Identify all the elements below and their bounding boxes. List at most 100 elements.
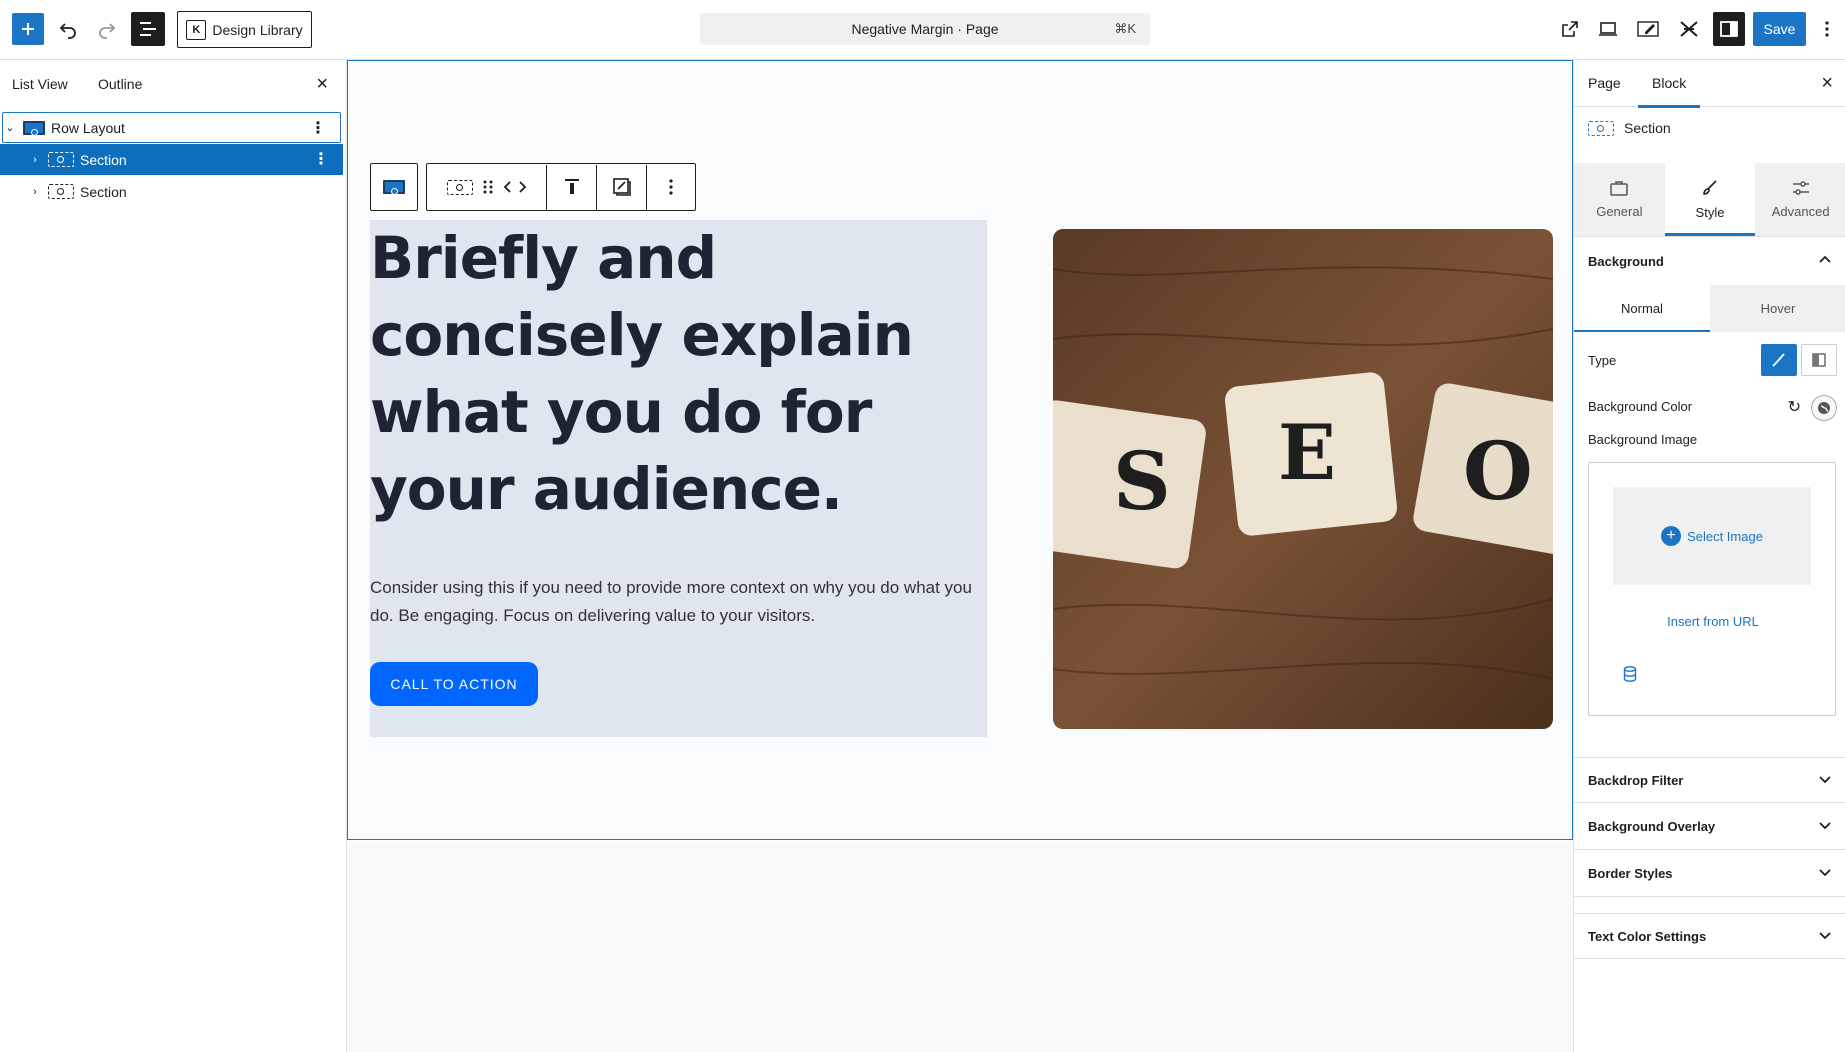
copy-paste-styles-button[interactable] [597, 164, 647, 210]
block-controls [426, 163, 696, 211]
panel-title: Text Color Settings [1588, 928, 1707, 944]
sliders-icon [1792, 181, 1809, 195]
panel-title: Backdrop Filter [1588, 772, 1684, 788]
desktop-icon [1599, 22, 1617, 36]
row-layout-icon [382, 180, 405, 195]
state-tabs: Normal Hover [1574, 285, 1845, 332]
tree-item-row-layout[interactable]: ⌄ Row Layout ⋮ [2, 112, 341, 143]
inspector-tabs: General Style Advanced [1574, 163, 1845, 237]
block-name: Section [1624, 120, 1671, 136]
chevron-down-icon[interactable]: ⌄ [3, 121, 17, 134]
section-block-text[interactable]: Briefly and concisely explain what you d… [370, 220, 991, 897]
select-parent-button[interactable] [371, 165, 416, 210]
tree-item-section[interactable]: › Section ⋮ [0, 144, 343, 175]
align-top-icon [564, 179, 579, 194]
tab-list-view[interactable]: List View [12, 76, 68, 92]
document-title: Negative Margin · Page [851, 21, 999, 37]
tab-page[interactable]: Page [1588, 75, 1621, 91]
list-view-panel: List View Outline × ⌄ Row Layout ⋮ › Sec… [0, 60, 347, 1052]
edit-mode-button[interactable] [1632, 12, 1664, 46]
tree-item-section[interactable]: › Section [0, 176, 343, 207]
tab-outline[interactable]: Outline [98, 76, 142, 92]
gradient-type-button[interactable] [1801, 344, 1837, 376]
tab-hover[interactable]: Hover [1710, 285, 1845, 332]
vertical-align-button[interactable] [547, 164, 597, 210]
section-icon [446, 179, 473, 195]
options-button[interactable] [1813, 11, 1841, 47]
parent-block-button[interactable] [370, 163, 418, 211]
command-palette[interactable]: Negative Margin · Page ⌘K [700, 13, 1150, 45]
background-overlay-panel-header[interactable]: Background Overlay [1574, 804, 1845, 850]
list-view-tabs: List View Outline × [0, 60, 346, 108]
text-color-settings-panel-header[interactable]: Text Color Settings [1574, 913, 1845, 959]
block-options-button[interactable] [647, 165, 695, 210]
drag-handle-icon[interactable] [483, 179, 493, 195]
more-vertical-icon[interactable]: ⋮ [310, 118, 326, 138]
kadence-icon [1680, 21, 1698, 37]
undo-button[interactable] [50, 11, 86, 47]
chevron-right-icon[interactable]: › [28, 154, 42, 166]
classic-type-button[interactable] [1761, 344, 1797, 376]
save-button[interactable]: Save [1753, 12, 1806, 46]
chevron-down-icon [1819, 932, 1831, 940]
border-styles-panel-header[interactable]: Border Styles [1574, 851, 1845, 897]
headline[interactable]: Briefly and concisely explain what you d… [370, 220, 980, 528]
type-label: Type [1588, 353, 1617, 368]
select-image-button[interactable]: + Select Image [1613, 487, 1811, 585]
briefcase-icon [1610, 181, 1629, 196]
redo-button[interactable] [89, 11, 125, 47]
block-switcher[interactable] [427, 164, 547, 210]
add-block-button[interactable] [12, 13, 44, 45]
chevron-down-icon [1819, 869, 1831, 877]
tab-style[interactable]: Style [1664, 163, 1756, 236]
close-icon[interactable]: × [316, 73, 328, 96]
background-image-label: Background Image [1588, 432, 1698, 447]
view-page-button[interactable] [1554, 12, 1586, 46]
call-to-action-button[interactable]: CALL TO ACTION [370, 662, 538, 706]
more-vertical-icon [1825, 21, 1829, 37]
document-overview-button[interactable] [131, 12, 165, 46]
preview-device-button[interactable] [1592, 12, 1624, 46]
tab-block[interactable]: Block [1637, 75, 1701, 108]
backdrop-filter-panel-header[interactable]: Backdrop Filter [1574, 757, 1845, 803]
shortcut-hint: ⌘K [1114, 21, 1136, 36]
more-vertical-icon [669, 179, 673, 195]
insert-from-url-link[interactable]: Insert from URL [1589, 614, 1837, 629]
tile-letter: S [1113, 434, 1171, 528]
kadence-settings-button[interactable] [1673, 12, 1705, 46]
sidebar-icon [1720, 21, 1738, 37]
design-library-button[interactable]: K Design Library [177, 11, 312, 48]
reset-icon[interactable]: ↻ [1788, 397, 1801, 417]
panel-title: Background [1588, 253, 1664, 269]
tab-label: Advanced [1771, 204, 1830, 219]
list-view-icon [140, 22, 156, 36]
database-icon[interactable] [1623, 666, 1637, 682]
background-color-label: Background Color [1588, 399, 1693, 414]
description-paragraph[interactable]: Consider using this if you need to provi… [370, 574, 987, 630]
tab-label: Style [1695, 205, 1725, 220]
section-block-image[interactable]: S E O [1053, 229, 1553, 729]
canvas-empty-area [347, 841, 1573, 1052]
global-color-picker[interactable] [1811, 395, 1837, 421]
pencil-box-icon [1637, 21, 1659, 37]
panel-title: Background Overlay [1588, 819, 1716, 834]
gradient-icon [1812, 353, 1826, 367]
tab-advanced[interactable]: Advanced [1755, 163, 1845, 236]
row-layout-block[interactable]: Briefly and concisely explain what you d… [347, 60, 1573, 897]
chevron-right-icon[interactable]: › [28, 186, 42, 198]
section-icon [48, 184, 74, 199]
tab-general[interactable]: General [1574, 163, 1665, 236]
more-vertical-icon[interactable]: ⋮ [313, 149, 329, 169]
background-panel-header[interactable]: Background [1574, 238, 1845, 284]
design-library-label: Design Library [212, 21, 303, 38]
settings-sidebar-toggle[interactable] [1713, 12, 1745, 46]
close-icon[interactable]: × [1821, 72, 1833, 95]
tab-normal[interactable]: Normal [1574, 285, 1710, 332]
tree-item-label: Section [80, 151, 127, 168]
block-card: Section [1588, 120, 1671, 136]
move-arrows-icon[interactable] [503, 180, 527, 194]
globe-icon [1818, 402, 1830, 414]
section-icon [1588, 120, 1614, 136]
sidebar-tabs: Page Block × [1574, 60, 1845, 108]
select-image-label: Select Image [1687, 528, 1763, 544]
